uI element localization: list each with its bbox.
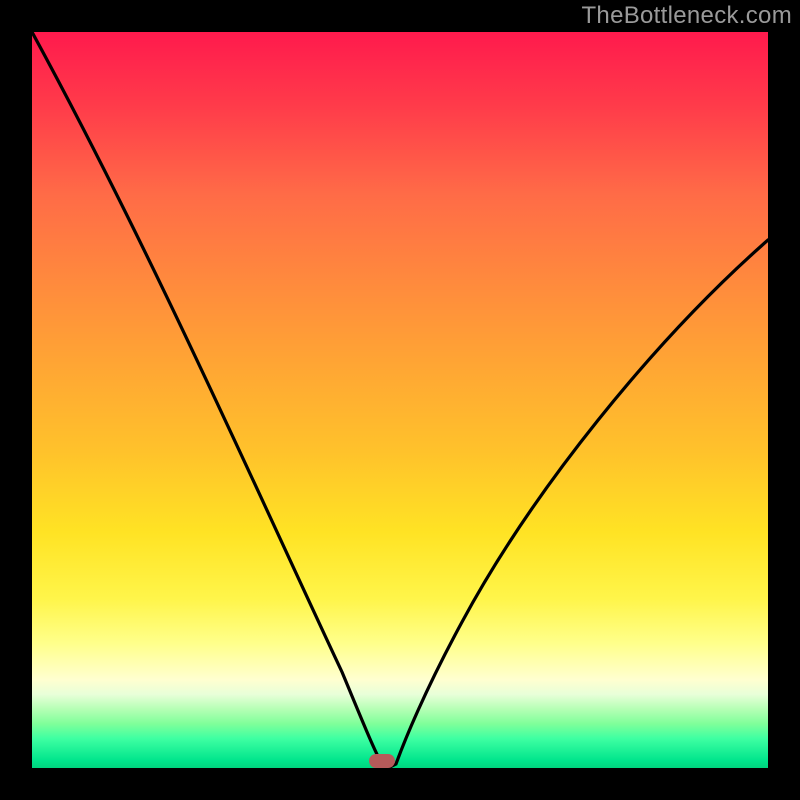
watermark-text: TheBottleneck.com [581,2,792,30]
bottleneck-curve [32,32,768,768]
min-marker [369,754,395,768]
curve-path [32,32,768,768]
plot-area [32,32,768,768]
chart-frame: TheBottleneck.com [0,0,800,800]
